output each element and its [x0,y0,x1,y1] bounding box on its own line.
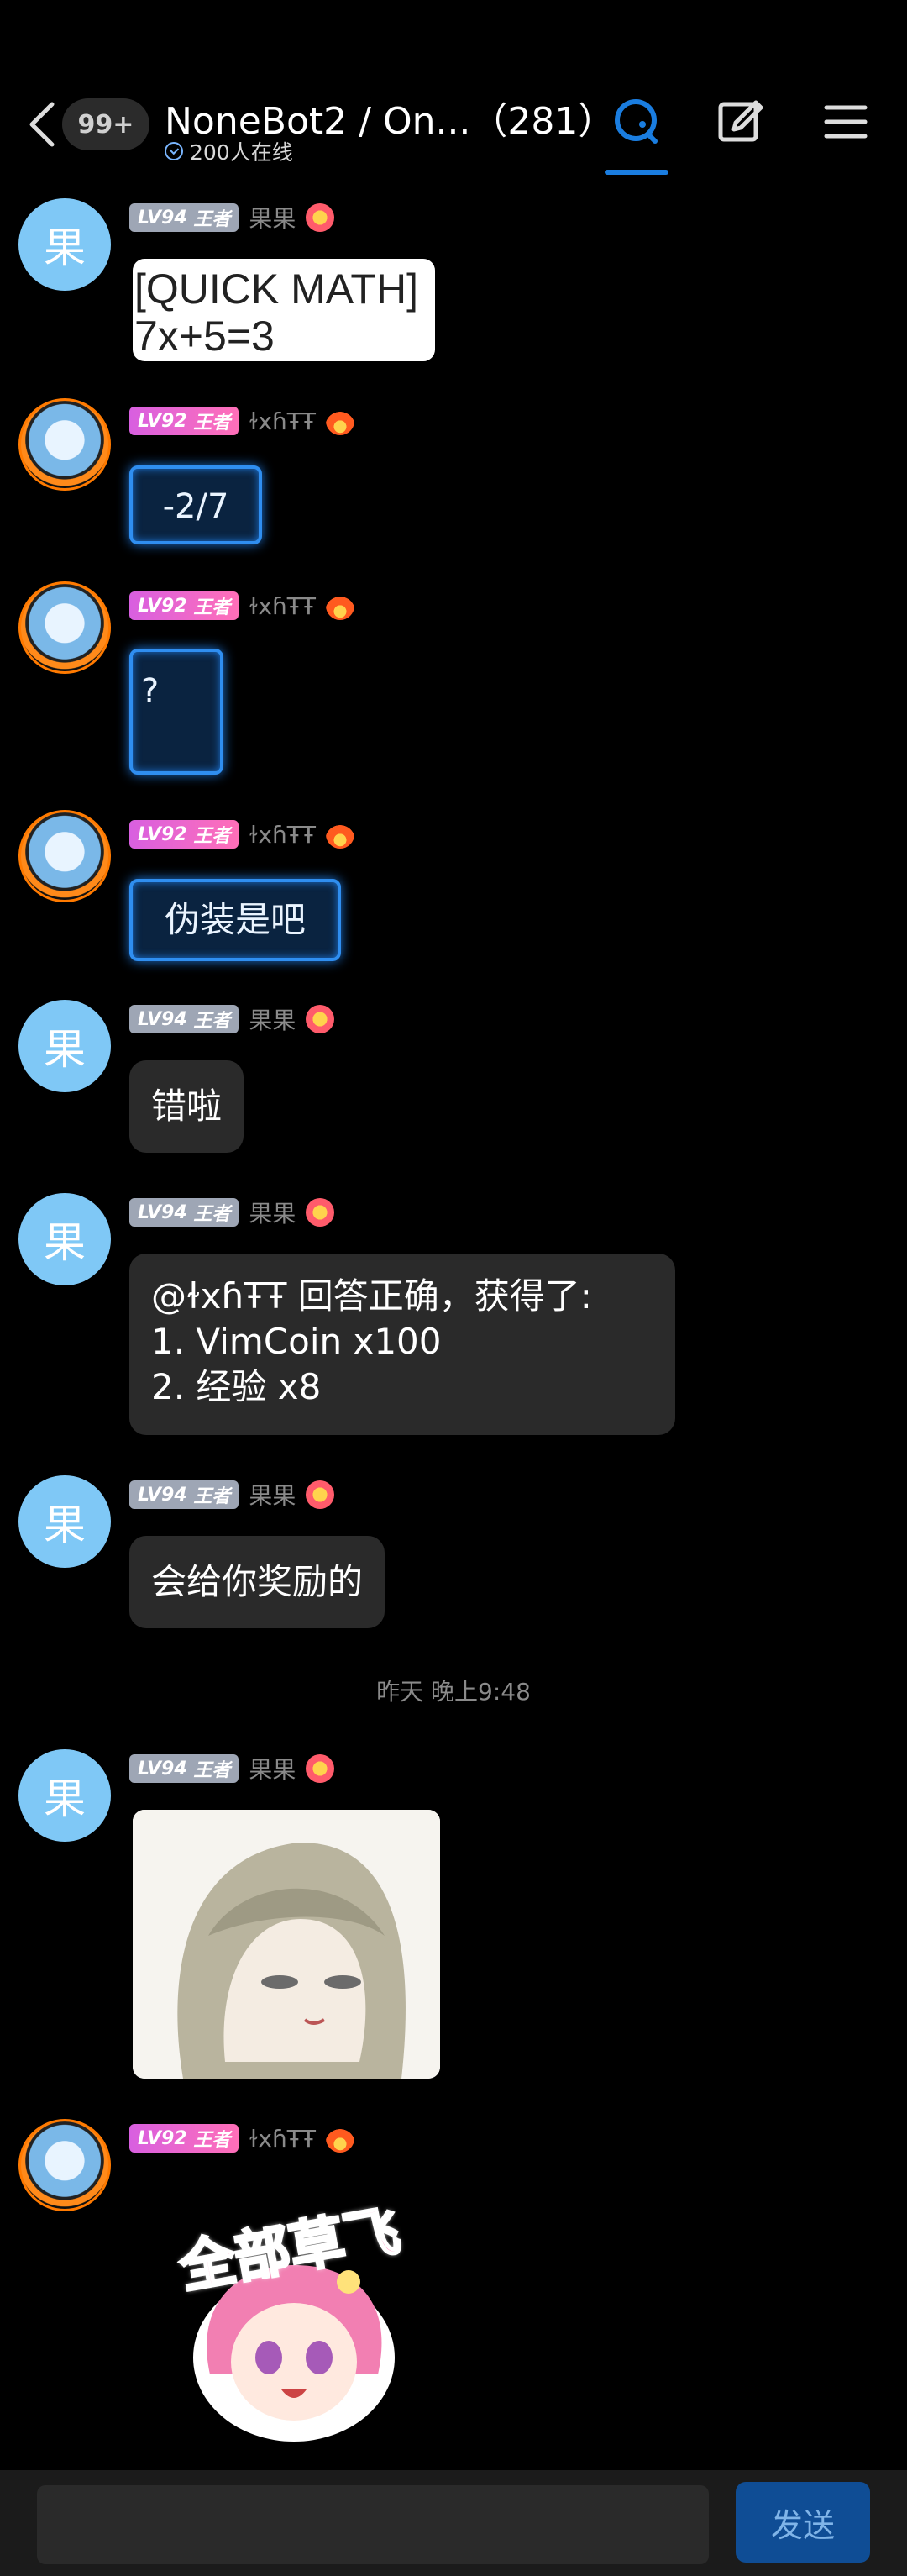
flower-icon [306,1480,335,1509]
avatar[interactable] [18,398,111,491]
avatar[interactable]: 果 [18,1193,111,1285]
message-bubble[interactable]: ? [129,649,223,775]
level-badge: LV92 王者 [129,591,239,620]
message-meta: LV92 王者 ɫxɦŦŦ [129,590,354,622]
message-line: @ɫxɦŦŦ 回答正确，获得了: [151,1275,592,1317]
message-meta: LV92 王者 ɫxɦŦŦ [129,405,354,437]
level-badge: LV94 王者 [129,1754,239,1783]
flower-icon [306,203,335,232]
avatar[interactable]: 果 [18,1749,111,1842]
unread-badge[interactable]: 99+ [62,98,149,150]
flower-icon [306,1754,335,1783]
level-badge: LV94 王者 [129,1005,239,1033]
message-meta: LV94 王者 果果 [129,1752,335,1785]
sticker-message[interactable]: 全部草飞 [134,2181,445,2450]
avatar[interactable]: 果 [18,1475,111,1568]
fire-icon [325,591,354,620]
message-meta: LV94 王者 果果 [129,1002,335,1036]
flower-icon [306,1005,335,1033]
image-message[interactable]: [QUICK MATH] 7x+5=3 [133,259,435,361]
avatar[interactable] [18,2119,111,2211]
sender-name[interactable]: 果果 [249,1002,296,1036]
message-meta: LV94 王者 果果 [129,201,335,234]
message-meta: LV92 王者 ɫxɦŦŦ [129,2122,354,2154]
message-line: 1. VimCoin x100 [151,1321,442,1362]
message-meta: LV94 王者 果果 [129,1478,335,1511]
online-count: 200人在线 [190,140,293,165]
avatar[interactable]: 果 [18,198,111,291]
image-message[interactable] [133,1810,440,2079]
message-bubble[interactable]: 错啦 [129,1060,244,1153]
image-text-line: [QUICK MATH] [134,265,418,313]
sender-name[interactable]: ɫxɦŦŦ [249,2125,316,2153]
level-badge: LV94 王者 [129,1198,239,1227]
menu-icon[interactable] [816,92,875,151]
message-meta: LV94 王者 果果 [129,1196,335,1229]
message-line: 2. 经验 x8 [151,1366,322,1407]
message-bubble[interactable]: 会给你奖励的 [129,1536,385,1628]
level-badge: LV92 王者 [129,407,239,435]
fire-icon [325,2124,354,2153]
avatar[interactable]: 果 [18,1000,111,1092]
flower-icon [306,1198,335,1227]
avatar[interactable] [18,581,111,674]
message-bubble[interactable]: @ɫxɦŦŦ 回答正确，获得了: 1. VimCoin x100 2. 经验 x… [129,1254,675,1435]
input-bar: 发送 [0,2470,907,2576]
fire-icon [325,820,354,849]
message-input[interactable] [37,2485,709,2564]
level-badge: LV94 王者 [129,1480,239,1509]
anime-girl-image [133,1810,440,2079]
message-bubble[interactable]: -2/7 [129,465,262,544]
sender-name[interactable]: 果果 [249,1196,296,1229]
online-status: 200人在线 [165,136,293,166]
sender-name[interactable]: 果果 [249,1478,296,1511]
back-icon[interactable] [25,99,59,150]
chat-tab-icon[interactable] [606,92,665,151]
sender-name[interactable]: ɫxɦŦŦ [249,407,316,435]
sender-name[interactable]: 果果 [249,1752,296,1785]
fire-icon [325,407,354,435]
chat-header: 99+ NoneBot2 / On...（281） 200人在线 [0,0,907,181]
send-button[interactable]: 发送 [736,2482,870,2563]
sender-name[interactable]: 果果 [249,201,296,234]
level-badge: LV94 王者 [129,203,239,232]
timestamp: 昨天 晚上9:48 [376,1678,531,1706]
sender-name[interactable]: ɫxɦŦŦ [249,821,316,849]
image-text: [QUICK MATH] 7x+5=3 [133,259,435,361]
level-badge: LV92 王者 [129,2124,239,2153]
message-meta: LV92 王者 ɫxɦŦŦ [129,818,354,850]
level-badge: LV92 王者 [129,820,239,849]
image-text-line: 7x+5=3 [134,313,275,360]
sender-name[interactable]: ɫxɦŦŦ [249,592,316,620]
avatar[interactable] [18,810,111,902]
message-bubble[interactable]: 伪装是吧 [129,879,341,961]
active-tab-indicator [605,170,668,175]
edit-icon[interactable] [710,92,769,151]
online-check-icon [165,142,183,160]
